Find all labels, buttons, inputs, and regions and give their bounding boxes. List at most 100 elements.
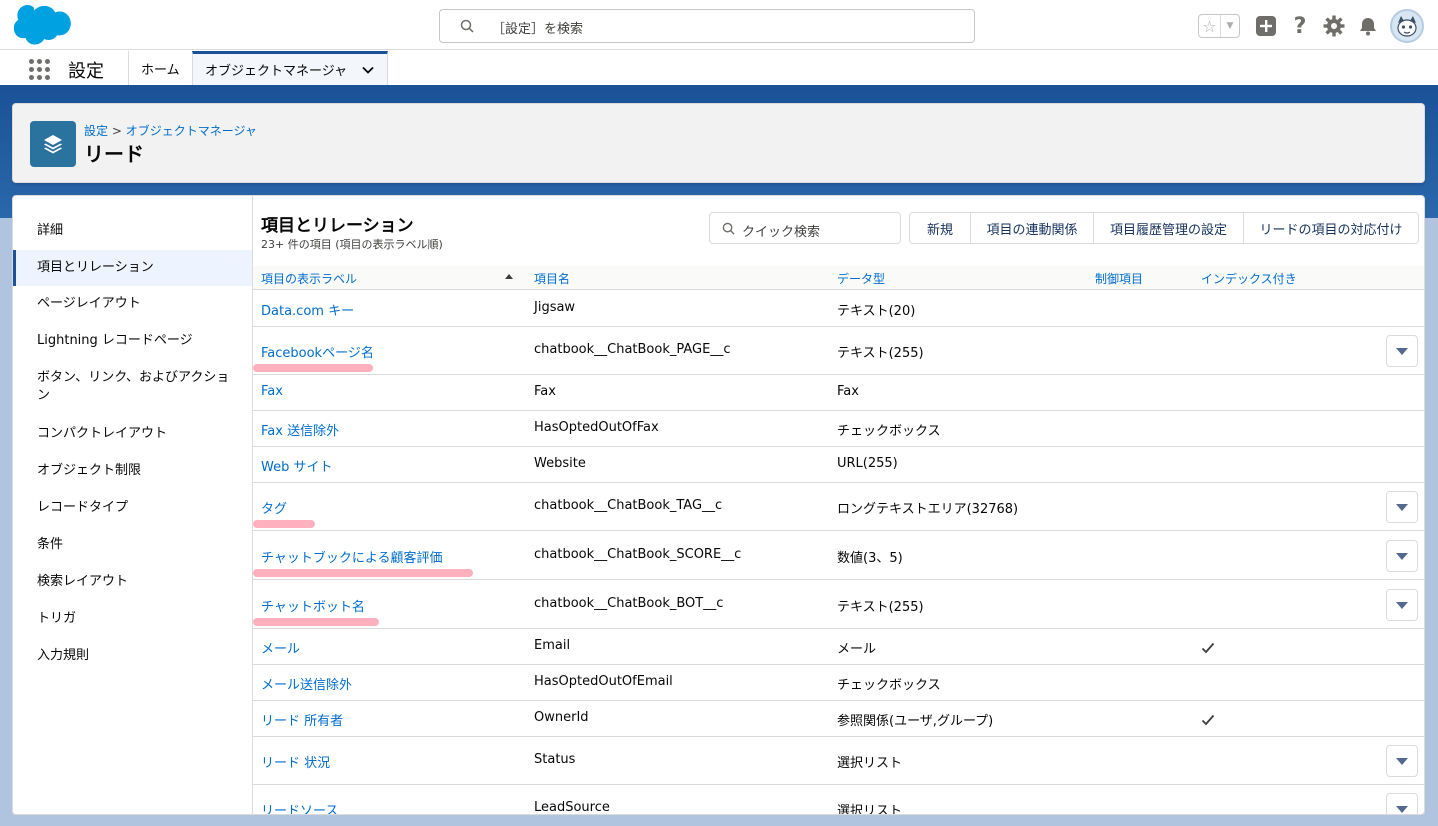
chevron-down-icon[interactable]: ▼	[1221, 21, 1239, 31]
sort-ascending-icon[interactable]	[505, 274, 513, 279]
global-search[interactable]: ［設定］を検索	[439, 9, 975, 43]
field-label-link[interactable]: Fax	[261, 384, 283, 399]
gear-icon[interactable]	[1322, 14, 1346, 38]
section-subtitle: 23+ 件の項目 (項目の表示ラベル順)	[261, 238, 443, 251]
table-row: Fax Fax Fax	[253, 375, 1424, 411]
tab-home-label: ホーム	[141, 62, 180, 78]
table-row: メール送信除外 HasOptedOutOfEmail チェックボックス	[253, 665, 1424, 701]
salesforce-logo[interactable]	[13, 5, 74, 47]
check-icon	[1201, 714, 1215, 726]
field-api-name: HasOptedOutOfFax	[534, 420, 659, 435]
tab-object-manager[interactable]: オブジェクトマネージャ	[192, 51, 388, 85]
field-data-type: URL(255)	[837, 456, 898, 471]
tab-home[interactable]: ホーム	[128, 51, 192, 85]
field-label-link[interactable]: メール	[261, 638, 300, 657]
field-data-type: ロングテキストエリア(32768)	[837, 502, 1019, 517]
field-api-name: Fax	[534, 384, 556, 399]
quick-search-input[interactable]: クイック検索	[709, 212, 901, 244]
field-api-name: Jigsaw	[534, 300, 576, 315]
field-data-type: テキスト(20)	[837, 304, 916, 319]
field-label-link[interactable]: Facebookページ名	[261, 342, 374, 361]
field-label-link[interactable]: タグ	[261, 498, 287, 517]
table-row: リード 状況 Status 選択リスト	[253, 737, 1424, 785]
field-label-link[interactable]: Fax 送信除外	[261, 420, 339, 439]
avatar[interactable]	[1390, 9, 1424, 43]
field-api-name: Website	[534, 456, 586, 471]
field-label-link[interactable]: リード 状況	[261, 752, 330, 771]
sidebar-item-search-layouts[interactable]: 検索レイアウト	[13, 573, 252, 591]
table-row: チャットブックによる顧客評価 chatbook__ChatBook_SCORE__…	[253, 531, 1424, 580]
row-actions-dropdown[interactable]	[1386, 745, 1418, 777]
field-history-tracking-button[interactable]: 項目履歴管理の設定	[1093, 213, 1243, 243]
favorites-button[interactable]: ☆ ▼	[1198, 14, 1240, 38]
chevron-down-icon	[1396, 805, 1408, 813]
new-button[interactable]: 新規	[910, 213, 970, 243]
app-name: 設定	[68, 61, 104, 82]
sidebar-item-details[interactable]: 詳細	[13, 222, 252, 240]
sidebar-item-triggers[interactable]: トリガ	[13, 610, 252, 628]
sidebar-item-record-types[interactable]: レコードタイプ	[13, 499, 252, 517]
sidebar-item-compact-layouts[interactable]: コンパクトレイアウト	[13, 425, 252, 443]
sidebar-item-validation-rules[interactable]: 入力規則	[13, 647, 252, 665]
breadcrumb-setup-link[interactable]: 設定	[84, 124, 108, 138]
sidebar-item-buttons-links-actions[interactable]: ボタン、リンク、およびアクション	[13, 369, 252, 405]
column-controlling-field[interactable]: 制御項目	[1095, 270, 1143, 287]
field-api-name: Email	[534, 638, 571, 653]
column-field-name[interactable]: 項目名	[534, 270, 570, 287]
column-data-type[interactable]: データ型	[837, 270, 885, 287]
field-label-link[interactable]: メール送信除外	[261, 674, 352, 693]
field-api-name: chatbook__ChatBook_BOT__c	[534, 596, 724, 611]
sidebar-item-fields-relationships[interactable]: 項目とリレーション	[13, 250, 252, 286]
field-data-type: テキスト(255)	[837, 346, 924, 361]
search-icon	[722, 222, 735, 235]
field-data-type: Fax	[837, 384, 859, 399]
field-data-type: テキスト(255)	[837, 600, 924, 615]
global-actions-icon[interactable]	[1254, 14, 1278, 38]
field-label-link[interactable]: チャットボット名	[261, 596, 365, 615]
fields-content: 項目とリレーション 23+ 件の項目 (項目の表示ラベル順) クイック検索 新規…	[253, 196, 1424, 814]
bell-icon[interactable]	[1356, 14, 1380, 38]
field-api-name: chatbook__ChatBook_TAG__c	[534, 498, 723, 513]
field-label-link[interactable]: Web サイト	[261, 456, 332, 475]
breadcrumb-object-manager-link[interactable]: オブジェクトマネージャ	[126, 124, 257, 138]
field-label-link[interactable]: リードソース	[261, 800, 338, 814]
chevron-down-icon	[1396, 757, 1408, 765]
field-dependencies-button[interactable]: 項目の連動関係	[970, 213, 1093, 243]
chevron-down-icon[interactable]	[361, 63, 375, 77]
sidebar-item-object-limits[interactable]: オブジェクト制限	[13, 462, 252, 480]
help-icon[interactable]: ?	[1288, 14, 1312, 39]
row-actions-dropdown[interactable]	[1386, 589, 1418, 621]
field-label-link[interactable]: リード 所有者	[261, 710, 343, 729]
breadcrumb-separator: >	[111, 124, 122, 138]
app-launcher-icon[interactable]	[29, 59, 51, 81]
field-data-type: メール	[837, 642, 877, 657]
row-actions-dropdown[interactable]	[1386, 335, 1418, 367]
layers-icon	[30, 121, 76, 167]
field-api-name: chatbook__ChatBook_PAGE__c	[534, 342, 731, 357]
row-actions-dropdown[interactable]	[1386, 793, 1418, 814]
column-field-label[interactable]: 項目の表示ラベル	[261, 270, 357, 287]
highlight-mark	[253, 364, 373, 372]
field-label-link[interactable]: Data.com キー	[261, 300, 354, 319]
field-api-name: Status	[534, 752, 576, 767]
search-placeholder: ［設定］を検索	[492, 22, 584, 37]
field-label-link[interactable]: チャットブックによる顧客評価	[261, 547, 442, 566]
table-row: Facebookページ名 chatbook__ChatBook_PAGE__c テキ…	[253, 327, 1424, 375]
map-lead-fields-button[interactable]: リードの項目の対応付け	[1243, 213, 1418, 243]
column-indexed[interactable]: インデックス付き	[1201, 270, 1297, 287]
chevron-down-icon	[1396, 503, 1408, 511]
row-actions-dropdown[interactable]	[1386, 540, 1418, 572]
row-actions-dropdown[interactable]	[1386, 491, 1418, 523]
field-api-name: OwnerId	[534, 710, 589, 725]
field-data-type: 参照関係(ユーザ,グループ)	[837, 714, 994, 729]
field-data-type: 選択リスト	[837, 756, 903, 771]
sidebar-item-page-layouts[interactable]: ページレイアウト	[13, 295, 252, 313]
highlight-mark	[253, 618, 379, 626]
field-api-name: chatbook__ChatBook_SCORE__c	[534, 547, 742, 562]
table-row: Fax 送信除外 HasOptedOutOfFax チェックボックス	[253, 411, 1424, 447]
sidebar-item-conditions[interactable]: 条件	[13, 536, 252, 554]
chevron-down-icon	[1396, 347, 1408, 355]
field-data-type: チェックボックス	[837, 424, 941, 439]
page-header: 設定 > オブジェクトマネージャ リード	[12, 103, 1425, 183]
sidebar-item-lightning-record-pages[interactable]: Lightning レコードページ	[13, 332, 252, 350]
